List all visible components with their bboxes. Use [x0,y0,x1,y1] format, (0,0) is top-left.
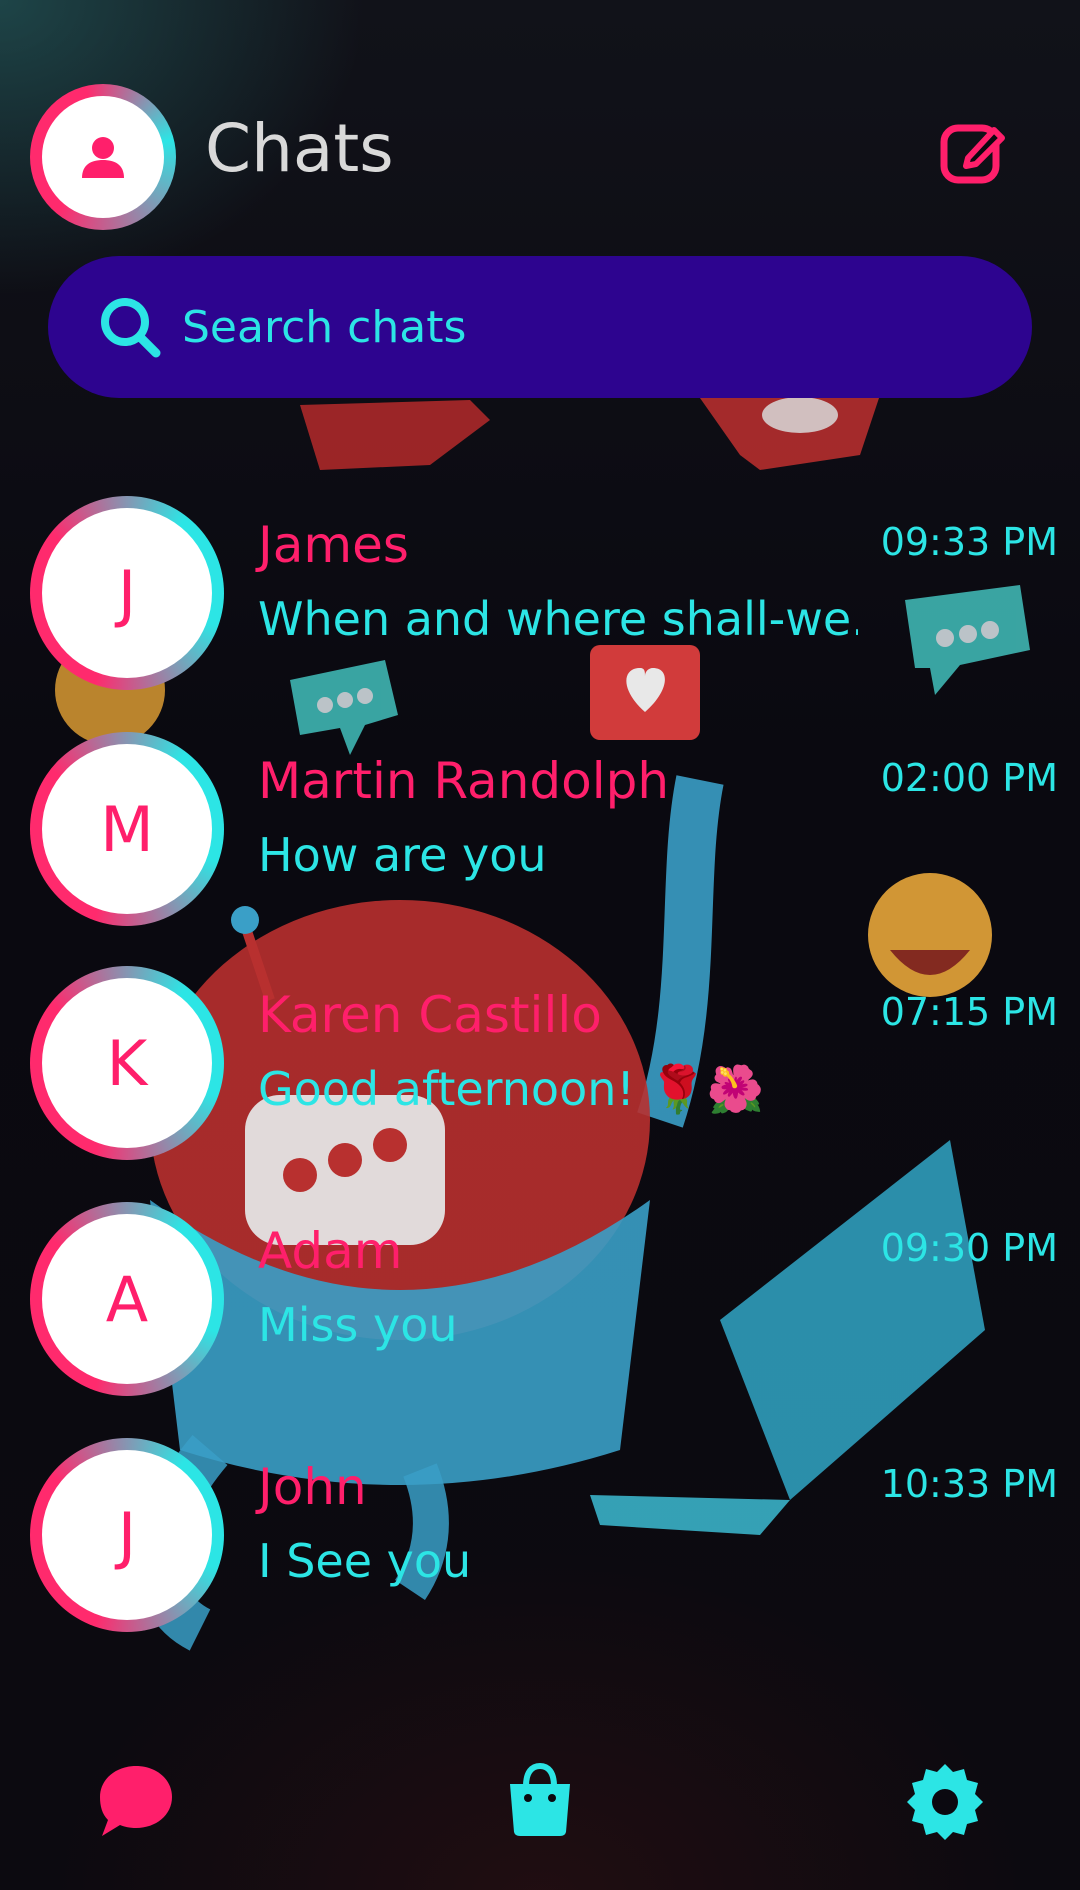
avatar: K [30,966,224,1160]
chat-row[interactable]: J John I See you 10:33 PM [0,1438,1080,1638]
contact-name: Martin Randolph [258,752,670,810]
nav-settings[interactable] [905,1760,985,1840]
settings-gear-icon [907,1764,983,1840]
avatar-initial: J [42,1450,212,1620]
chat-row[interactable]: J James When and where shall-we... 09:33… [0,496,1080,696]
contact-name: Karen Castillo [258,986,602,1044]
message-time: 09:33 PM [880,520,1058,564]
nav-chats[interactable] [96,1760,176,1840]
avatar-initial: A [42,1214,212,1384]
search-icon [101,298,161,358]
avatar: M [30,732,224,926]
person-icon [42,96,164,218]
avatar-initial: M [42,744,212,914]
chat-row[interactable]: A Adam Miss you 09:30 PM [0,1202,1080,1402]
avatar: A [30,1202,224,1396]
avatar: J [30,496,224,690]
last-message: Good afternoon! 🌹🌺 [258,1062,764,1116]
last-message: When and where shall-we... [258,592,858,646]
search-placeholder: Search chats [182,301,467,353]
contact-name: John [258,1458,367,1516]
message-time: 02:00 PM [880,756,1058,800]
last-message: How are you [258,828,547,882]
shopping-bag-icon [510,1762,570,1836]
avatar-initial: J [42,508,212,678]
chat-bubble-icon [100,1766,172,1836]
last-message: I See you [258,1534,472,1588]
avatar-initial: K [42,978,212,1148]
contact-name: James [258,516,409,574]
avatar: J [30,1438,224,1632]
message-time: 09:30 PM [880,1226,1058,1270]
chat-row[interactable]: M Martin Randolph How are you 02:00 PM [0,732,1080,932]
page-title: Chats [205,110,394,187]
message-time: 10:33 PM [880,1462,1058,1506]
profile-avatar[interactable] [30,84,176,230]
contact-name: Adam [258,1222,403,1280]
last-message: Miss you [258,1298,458,1352]
nav-shop[interactable] [500,1760,580,1840]
message-time: 07:15 PM [880,990,1058,1034]
compose-icon[interactable] [938,118,1008,188]
chat-row[interactable]: K Karen Castillo Good afternoon! 🌹🌺 07:1… [0,966,1080,1166]
search-bar[interactable]: Search chats [48,256,1032,398]
